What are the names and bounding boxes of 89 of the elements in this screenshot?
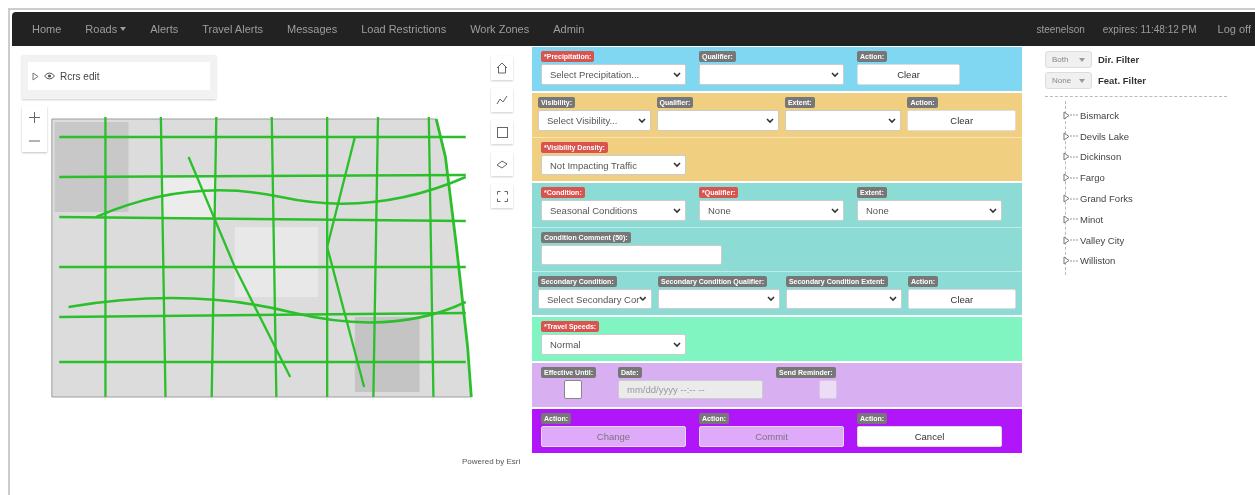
- session-expiry: expires: 11:48:12 PM: [1101, 23, 1198, 35]
- action-button[interactable]: Clear: [907, 110, 1016, 131]
- nav-link[interactable]: Roads: [73, 23, 139, 35]
- comment-input[interactable]: [541, 245, 722, 265]
- nav-link[interactable]: Travel Alerts: [190, 23, 275, 35]
- connector-icon: [1070, 259, 1079, 262]
- triangle-icon[interactable]: [1063, 194, 1070, 204]
- select-field[interactable]: Select Visibility...: [538, 110, 651, 131]
- tree-item[interactable]: Valley City: [1080, 234, 1125, 246]
- select-field[interactable]: Not Impacting Traffic: [541, 155, 686, 175]
- tree-item[interactable]: Williston: [1080, 255, 1116, 267]
- tree-item[interactable]: Dickinson: [1080, 151, 1122, 163]
- nav-link[interactable]: Alerts: [138, 23, 191, 35]
- action-button[interactable]: Clear: [907, 289, 1016, 309]
- chevron-down-icon: [766, 296, 775, 302]
- tree-item[interactable]: Minot: [1080, 213, 1104, 225]
- select-field[interactable]: [656, 110, 779, 131]
- connector-icon: [1070, 176, 1079, 179]
- chevron-down-icon: [673, 71, 681, 78]
- chevron-down-icon: [639, 296, 647, 302]
- username: steenelson: [1035, 23, 1086, 35]
- tree-item[interactable]: Devils Lake: [1080, 130, 1130, 142]
- connector-icon: [1070, 135, 1079, 138]
- select-field[interactable]: [784, 110, 902, 131]
- nav-link[interactable]: Load Restrictions: [349, 23, 459, 35]
- square-icon: [496, 126, 508, 138]
- logoff-link[interactable]: Log off: [1205, 23, 1255, 35]
- triangle-icon[interactable]: [1063, 152, 1070, 162]
- eraser-button[interactable]: [491, 152, 513, 176]
- chevron-down-icon: [989, 207, 997, 214]
- chevron-down-icon: [637, 117, 646, 124]
- chevron-down-icon: [888, 117, 897, 124]
- caret-icon: [1079, 57, 1085, 62]
- nav-link[interactable]: Home: [20, 23, 74, 35]
- connector-icon: [1070, 218, 1079, 221]
- rectangle-button[interactable]: [491, 120, 513, 144]
- select-field[interactable]: Seasonal Conditions: [541, 200, 686, 221]
- tree-item[interactable]: Bismarck: [1080, 109, 1120, 121]
- chevron-down-icon: [673, 341, 681, 348]
- tree-item[interactable]: Grand Forks: [1080, 193, 1133, 205]
- action-button[interactable]: Clear: [857, 64, 960, 85]
- layer-item[interactable]: Rcrs edit: [28, 62, 210, 90]
- select-field[interactable]: Normal: [541, 334, 686, 355]
- chevron-down-icon: [673, 162, 681, 168]
- filter-label: Dir. Filter: [1098, 54, 1140, 65]
- checkbox[interactable]: [564, 380, 582, 399]
- triangle-icon[interactable]: [32, 71, 39, 81]
- filter-label: Feat. Filter: [1098, 75, 1147, 86]
- triangle-icon[interactable]: [1063, 214, 1070, 224]
- eye-icon[interactable]: [44, 72, 55, 80]
- caret-icon: [1079, 78, 1085, 83]
- triangle-icon[interactable]: [1063, 235, 1070, 245]
- chevron-down-icon: [831, 71, 839, 78]
- action-button[interactable]: Cancel: [857, 426, 1002, 447]
- select-field[interactable]: [785, 289, 902, 309]
- connector-icon: [1070, 114, 1079, 117]
- plus-icon: [29, 112, 40, 123]
- select-field[interactable]: Select Precipitation...: [541, 64, 686, 85]
- nav-link[interactable]: Work Zones: [458, 23, 542, 35]
- triangle-icon[interactable]: [1063, 173, 1070, 183]
- minus-icon: [29, 139, 40, 142]
- connector-icon: [1070, 197, 1079, 200]
- polyline-button[interactable]: [491, 88, 513, 112]
- triangle-icon[interactable]: [1063, 131, 1070, 141]
- tree-item[interactable]: Fargo: [1080, 172, 1105, 184]
- select-field[interactable]: None: [857, 200, 1002, 221]
- fullscreen-button[interactable]: [491, 184, 513, 208]
- chevron-down-icon: [673, 207, 681, 214]
- connector-icon: [1070, 156, 1079, 158]
- home-icon: [496, 62, 508, 74]
- home-button[interactable]: [491, 56, 513, 80]
- zoom-in-button[interactable]: [22, 106, 47, 129]
- chevron-down-icon: [831, 207, 839, 214]
- select-field[interactable]: [699, 64, 844, 85]
- nav-link[interactable]: Messages: [275, 23, 350, 35]
- layer-name: Rcrs edit: [60, 70, 100, 82]
- triangle-icon[interactable]: [1063, 256, 1070, 266]
- caret-icon: [120, 27, 127, 31]
- connector-icon: [1070, 239, 1079, 242]
- attribution-text: Powered by Esri: [462, 457, 521, 466]
- triangle-icon[interactable]: [1063, 110, 1070, 120]
- polyline-icon: [496, 95, 508, 105]
- chevron-down-icon: [888, 296, 897, 302]
- select-field[interactable]: None: [699, 200, 844, 221]
- select-field[interactable]: Select Secondary Cor: [538, 289, 652, 309]
- nav-link[interactable]: Admin: [541, 23, 597, 35]
- expand-icon: [496, 190, 508, 202]
- chevron-down-icon: [765, 117, 774, 124]
- select-field[interactable]: [658, 289, 780, 309]
